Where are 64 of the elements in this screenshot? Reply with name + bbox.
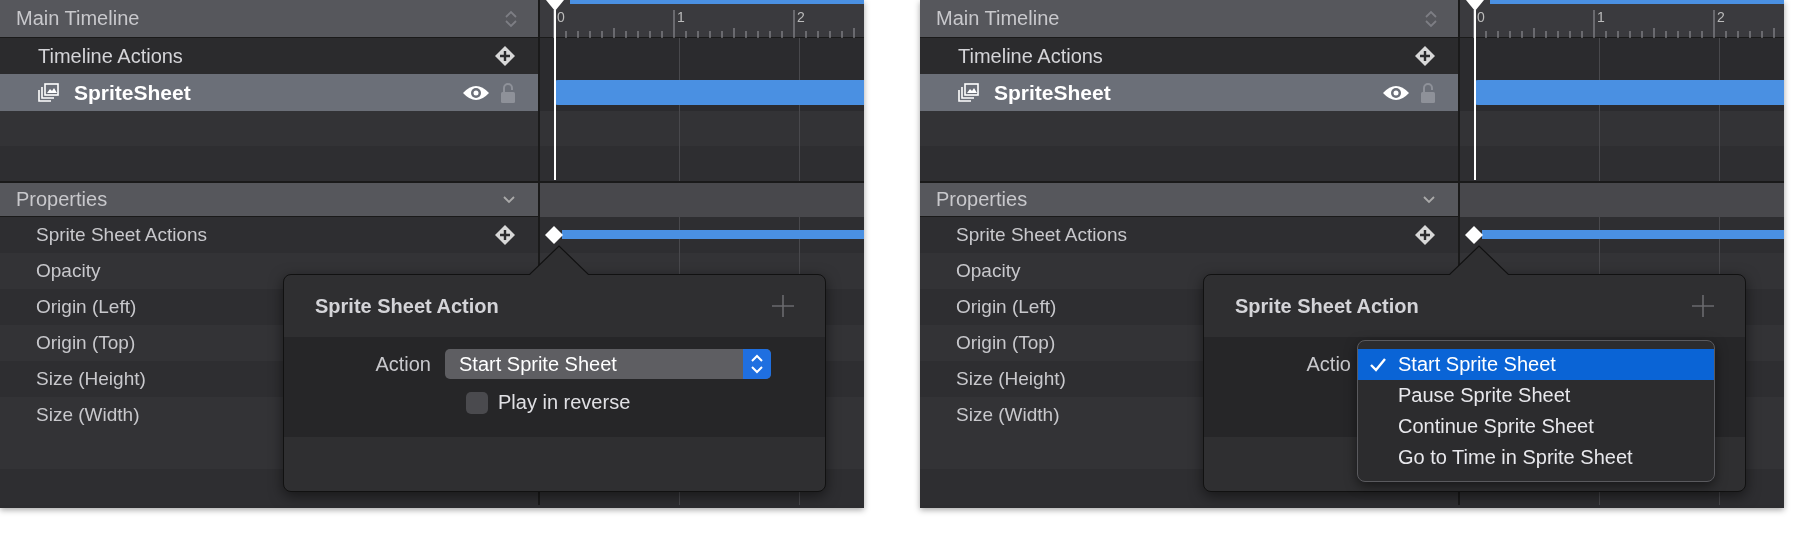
plus-icon[interactable] (771, 294, 795, 318)
actions-label: Timeline Actions (37, 44, 184, 68)
ruler-label: 0 (557, 9, 565, 25)
property-row[interactable]: Sprite Sheet Actions (920, 217, 1460, 253)
playhead-icon[interactable] (1466, 0, 1484, 12)
property-label: Sprite Sheet Actions (36, 224, 208, 246)
ruler-label: 0 (1477, 9, 1485, 25)
property-label: Size (Height) (36, 368, 146, 390)
add-keyframe-icon[interactable] (1414, 45, 1436, 67)
property-label: Origin (Top) (36, 332, 136, 354)
timeline-header[interactable]: Main Timeline (0, 0, 540, 38)
plus-icon[interactable] (1691, 294, 1715, 318)
property-label: Origin (Left) (956, 296, 1057, 318)
layer-name: SpriteSheet (994, 80, 1112, 105)
properties-title: Properties (935, 188, 1029, 211)
actions-row[interactable]: Timeline Actions (0, 38, 540, 74)
menu-item[interactable]: Start Sprite Sheet (1358, 349, 1714, 380)
layer-row[interactable]: SpriteSheet (920, 74, 1460, 111)
playhead-icon[interactable] (546, 0, 564, 12)
property-label: Size (Width) (956, 404, 1060, 426)
ruler-label: 1 (1597, 9, 1605, 25)
property-label: Size (Width) (36, 404, 140, 426)
properties-header[interactable]: Properties (920, 183, 1460, 217)
properties-title: Properties (15, 188, 109, 211)
ruler-label: 2 (1717, 9, 1725, 25)
property-label: Origin (Left) (36, 296, 137, 318)
add-keyframe-icon[interactable] (1414, 224, 1436, 246)
stacked-images-icon (956, 81, 980, 104)
actions-row[interactable]: Timeline Actions (920, 38, 1460, 74)
menu-item[interactable]: Go to Time in Sprite Sheet (1358, 442, 1714, 473)
property-label: Opacity (956, 260, 1021, 282)
eye-icon[interactable] (462, 83, 490, 102)
popover-title: Sprite Sheet Action (315, 294, 499, 318)
actions-label: Timeline Actions (957, 44, 1104, 68)
property-label: Size (Height) (956, 368, 1066, 390)
add-keyframe-icon[interactable] (494, 224, 516, 246)
time-ruler[interactable]: 0 1 2 (1460, 0, 1784, 38)
checkmark-icon (1369, 356, 1387, 373)
ruler-label: 1 (677, 9, 685, 25)
property-label: Origin (Top) (956, 332, 1056, 354)
layer-row[interactable]: SpriteSheet (0, 74, 540, 111)
lock-icon[interactable] (1420, 81, 1436, 104)
layer-name: SpriteSheet (74, 80, 192, 105)
popover-title: Sprite Sheet Action (1235, 294, 1419, 318)
property-label: Sprite Sheet Actions (956, 224, 1128, 246)
up-down-chevron-icon[interactable] (504, 8, 518, 29)
action-select[interactable]: Start Sprite Sheet (445, 349, 771, 379)
time-ruler[interactable]: 0 1 2 (540, 0, 864, 38)
timeline-title: Main Timeline (935, 7, 1061, 30)
timeline-header[interactable]: Main Timeline (920, 0, 1460, 38)
properties-header[interactable]: Properties (0, 183, 540, 217)
property-label: Opacity (36, 260, 101, 282)
timeline-title: Main Timeline (15, 7, 141, 30)
stacked-images-icon (36, 81, 60, 104)
eye-icon[interactable] (1382, 83, 1410, 102)
chevron-down-icon[interactable] (502, 194, 516, 205)
lock-icon[interactable] (500, 81, 516, 104)
ruler-label: 2 (797, 9, 805, 25)
up-down-chevron-icon[interactable] (1424, 8, 1438, 29)
chevron-down-icon[interactable] (1422, 194, 1436, 205)
checkbox[interactable] (466, 391, 488, 414)
up-down-chevron-icon (750, 353, 764, 375)
property-row[interactable]: Sprite Sheet Actions (0, 217, 540, 253)
add-keyframe-icon[interactable] (494, 45, 516, 67)
